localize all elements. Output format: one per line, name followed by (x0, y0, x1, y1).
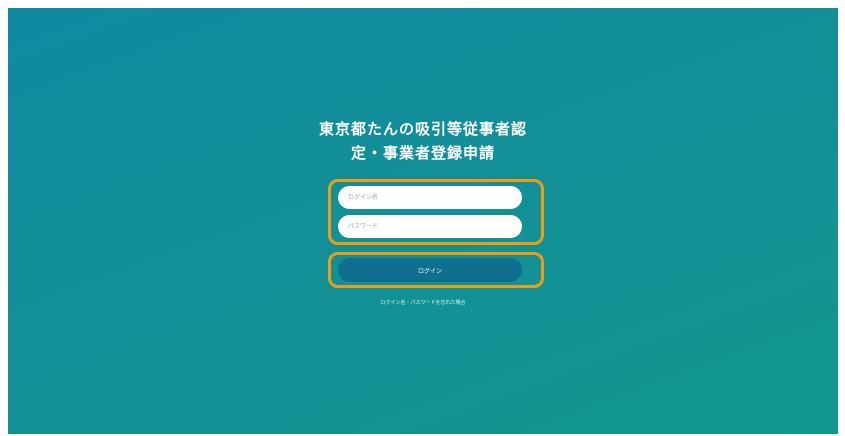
page-title-line2: 定・事業者登録申請 (350, 144, 495, 162)
password-input[interactable] (338, 215, 522, 238)
forgot-credentials-link[interactable]: ログイン名・パスワードを忘れた場合 (8, 299, 838, 306)
login-page: 東京都たんの吸引等従事者認 定・事業者登録申請 ログイン ログイン名・パスワード… (8, 8, 838, 434)
login-name-input[interactable] (338, 186, 522, 209)
page-title-line1: 東京都たんの吸引等従事者認 (318, 120, 527, 138)
login-button[interactable]: ログイン (338, 258, 522, 282)
